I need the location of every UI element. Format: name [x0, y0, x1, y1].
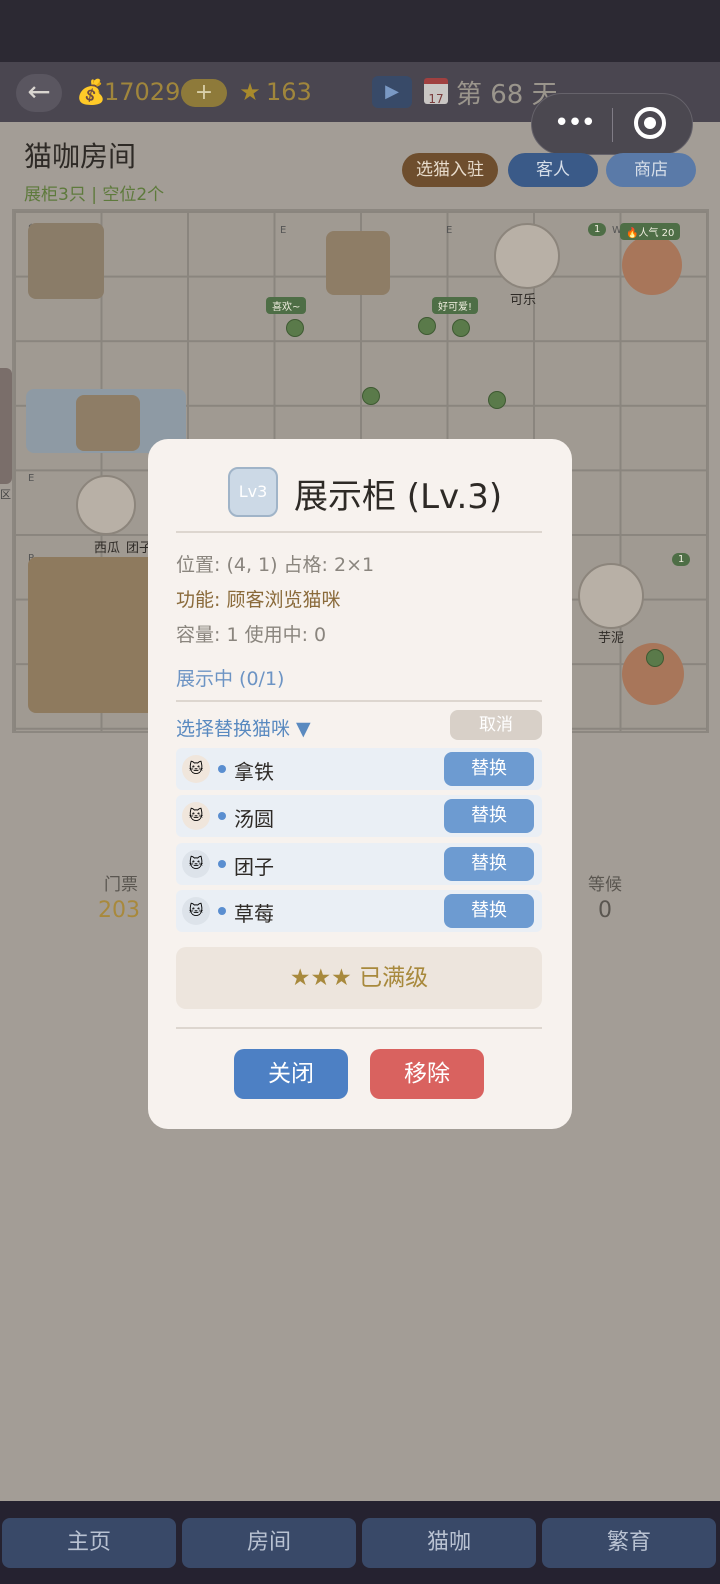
divider: [176, 1027, 542, 1029]
shop-button[interactable]: 商店: [606, 153, 696, 187]
display-cabinet[interactable]: [76, 395, 140, 451]
cat-avatar-icon: 🐱: [182, 755, 210, 783]
status-dot: [218, 907, 226, 915]
counter-furniture[interactable]: [28, 223, 104, 299]
guest-icon[interactable]: [646, 649, 664, 667]
star-icon: ★: [239, 78, 261, 106]
cat-name: 汤圆: [234, 807, 274, 831]
waiting-label: 等候: [588, 875, 622, 895]
modal-title: 展示柜 (Lv.3): [294, 477, 503, 517]
guest-speech-bubble: 喜欢~: [266, 297, 307, 314]
capacity-info: 容量: 1 使用中: 0: [176, 624, 327, 646]
ticket-label: 门票: [104, 875, 138, 895]
star-counter: ★ 163: [239, 78, 312, 106]
waiting-value: 0: [598, 898, 612, 923]
display-cabinet[interactable]: [326, 231, 390, 295]
guest-speech-bubble: 好可爱!: [432, 297, 479, 314]
cat-name: 团子: [234, 855, 274, 879]
tab-breeding[interactable]: 繁育: [542, 1518, 716, 1568]
level-badge: Lv3: [228, 467, 278, 517]
list-item: 🐱 草莓 替换: [176, 890, 542, 932]
select-replace-dropdown[interactable]: 选择替换猫咪 ▼: [176, 714, 311, 741]
arrow-left-icon: ←: [27, 75, 51, 108]
play-button[interactable]: ▶: [372, 76, 412, 108]
money-bag-icon: 💰: [76, 78, 106, 106]
cat-name: 拿铁: [234, 760, 274, 784]
cat-name: 芋泥: [598, 631, 625, 646]
displaying-status: 展示中 (0/1): [176, 668, 285, 690]
miniprogram-capsule: •••: [531, 93, 693, 155]
add-coins-button[interactable]: +: [181, 79, 227, 107]
list-item: 🐱 拿铁 替换: [176, 748, 542, 790]
replace-button[interactable]: 替换: [444, 847, 534, 881]
replace-button[interactable]: 替换: [444, 799, 534, 833]
guest-icon[interactable]: [362, 387, 380, 405]
guest-icon[interactable]: [488, 391, 506, 409]
cancel-button[interactable]: 取消: [450, 710, 542, 740]
ticket-value: 203: [98, 898, 140, 923]
close-miniprogram-icon[interactable]: [634, 107, 666, 139]
cat-avatar[interactable]: [494, 223, 560, 289]
side-drawer-handle[interactable]: [0, 368, 12, 484]
replace-button[interactable]: 替换: [444, 894, 534, 928]
status-dot: [218, 765, 226, 773]
guest-icon[interactable]: [418, 317, 436, 335]
list-item: 🐱 汤圆 替换: [176, 795, 542, 837]
count-badge: 1: [588, 223, 607, 236]
cat-name: 草莓: [234, 902, 274, 926]
back-button[interactable]: ←: [16, 74, 62, 112]
position-info: 位置: (4, 1) 占格: 2×1: [176, 554, 375, 576]
cat-avatar[interactable]: [578, 563, 644, 629]
cat-avatar-icon: 🐱: [182, 802, 210, 830]
tile-label: E: [446, 225, 453, 236]
side-label: 区: [0, 488, 11, 501]
room-subtitle: 展柜3只 | 空位2个: [24, 185, 165, 205]
guests-button[interactable]: 客人: [508, 153, 598, 187]
guest-icon[interactable]: [452, 319, 470, 337]
cat-avatar[interactable]: [76, 475, 136, 535]
cat-avatar-icon: 🐱: [182, 850, 210, 878]
page-title: 猫咖房间: [24, 140, 137, 173]
tab-room[interactable]: 房间: [182, 1518, 356, 1568]
tab-home[interactable]: 主页: [2, 1518, 176, 1568]
max-level-banner: ★★★ 已满级: [176, 947, 542, 1009]
cat-avatar-icon: 🐱: [182, 897, 210, 925]
capsule-divider: [612, 108, 613, 142]
close-button[interactable]: 关闭: [234, 1049, 348, 1099]
divider: [176, 700, 542, 702]
count-badge: 1: [672, 553, 691, 566]
play-icon: ▶: [385, 81, 399, 102]
calendar-icon: 17: [424, 78, 448, 106]
status-bar: [0, 0, 720, 62]
more-menu-button[interactable]: •••: [552, 110, 596, 136]
furniture-detail-modal: Lv3 展示柜 (Lv.3) 位置: (4, 1) 占格: 2×1 功能: 顾客…: [148, 439, 572, 1129]
tile-label: E: [28, 473, 35, 484]
select-cat-button[interactable]: 选猫入驻: [402, 153, 498, 187]
status-dot: [218, 812, 226, 820]
tab-cafe[interactable]: 猫咖: [362, 1518, 536, 1568]
popularity-badge: 🔥人气 20: [620, 223, 681, 240]
divider: [176, 531, 542, 533]
status-dot: [218, 860, 226, 868]
remove-button[interactable]: 移除: [370, 1049, 484, 1099]
replace-button[interactable]: 替换: [444, 752, 534, 786]
guest-icon[interactable]: [286, 319, 304, 337]
cat-name: 西瓜: [94, 541, 121, 556]
cat-bed-furniture[interactable]: [622, 235, 682, 295]
list-item: 🐱 团子 替换: [176, 843, 542, 885]
function-info: 功能: 顾客浏览猫咪: [176, 589, 341, 611]
tile-label: E: [280, 225, 287, 236]
coin-counter: 💰17029: [76, 78, 181, 106]
cat-name: 可乐: [510, 293, 537, 308]
